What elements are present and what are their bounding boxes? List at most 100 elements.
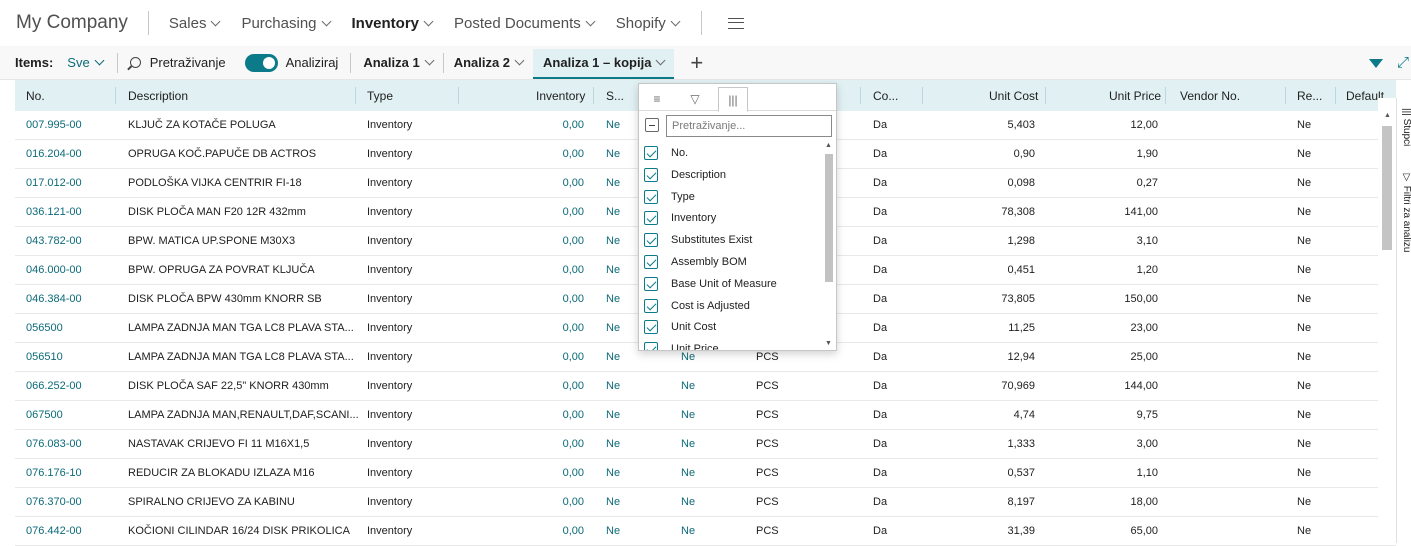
scroll-down-icon[interactable]: ▼ <box>825 340 832 347</box>
cell-no[interactable]: 076.442-00 <box>26 525 82 537</box>
table-row[interactable]: 066.252-00 DISK PLOČA SAF 22,5" KNORR 430… <box>15 372 1396 401</box>
scroll-thumb[interactable] <box>825 154 833 282</box>
cell-no[interactable]: 076.370-00 <box>26 496 82 508</box>
cell-no[interactable]: 056500 <box>26 322 63 334</box>
grid-scrollbar[interactable]: ▲ <box>1381 112 1393 543</box>
column-option[interactable]: Assembly BOM <box>644 252 747 272</box>
column-option[interactable]: Cost is Adjusted <box>644 296 750 316</box>
tab-analiza-2[interactable]: Analiza 2 <box>444 46 533 80</box>
menu-icon[interactable] <box>727 17 744 29</box>
cell-assembly-bom[interactable]: Ne <box>681 525 695 537</box>
cell-no[interactable]: 067500 <box>26 409 63 421</box>
cell-inventory[interactable]: 0,00 <box>563 409 584 421</box>
nav-posted-documents[interactable]: Posted Documents <box>454 15 596 32</box>
add-tab-button[interactable]: + <box>690 50 703 76</box>
table-row[interactable]: 076.176-10 REDUCIR ZA BLOKADU IZLAZA M16 I… <box>15 459 1396 488</box>
company-name[interactable]: My Company <box>16 12 128 34</box>
cell-inventory[interactable]: 0,00 <box>563 177 584 189</box>
col-substitutes[interactable]: S... <box>606 89 624 103</box>
scroll-thumb[interactable] <box>1382 126 1392 250</box>
scroll-up-icon[interactable]: ▲ <box>1384 112 1391 119</box>
cell-substitutes[interactable]: Ne <box>606 119 620 131</box>
nav-shopify[interactable]: Shopify <box>616 15 681 32</box>
cell-inventory[interactable]: 0,00 <box>563 119 584 131</box>
col-description[interactable]: Description <box>128 89 188 103</box>
filter-icon[interactable] <box>1369 58 1383 68</box>
column-checkbox[interactable] <box>644 298 658 313</box>
column-option[interactable]: Inventory <box>644 208 716 228</box>
cell-inventory[interactable]: 0,00 <box>563 264 584 276</box>
cell-no[interactable]: 016.204-00 <box>26 148 82 160</box>
cell-assembly-bom[interactable]: Ne <box>681 467 695 479</box>
column-checkbox[interactable] <box>644 233 658 248</box>
col-unit-price[interactable]: Unit Price <box>1109 89 1161 103</box>
column-checkbox[interactable] <box>644 146 658 160</box>
col-no[interactable]: No. <box>26 89 45 103</box>
analysis-filters-side-tab[interactable]: ▽ Filtri za analizu <box>1397 172 1411 252</box>
cell-assembly-bom[interactable]: Ne <box>681 380 695 392</box>
analyze-toggle[interactable] <box>244 53 278 72</box>
columns-icon[interactable]: ||| <box>718 87 748 112</box>
cell-inventory[interactable]: 0,00 <box>563 235 584 247</box>
filter-icon[interactable]: ▽ <box>680 87 710 111</box>
cell-assembly-bom[interactable]: Ne <box>681 438 695 450</box>
cell-substitutes[interactable]: Ne <box>606 322 620 334</box>
table-row[interactable]: 067500 LAMPA ZADNJA MAN,RENAULT,DAF,SCANI… <box>15 401 1396 430</box>
popup-scrollbar[interactable]: ▲ ▼ <box>823 142 835 350</box>
column-checkbox[interactable] <box>644 320 658 335</box>
cell-inventory[interactable]: 0,00 <box>563 322 584 334</box>
cell-inventory[interactable]: 0,00 <box>563 467 584 479</box>
column-option[interactable]: Base Unit of Measure <box>644 274 777 294</box>
cell-inventory[interactable]: 0,00 <box>563 293 584 305</box>
expand-icon[interactable]: ⤢ <box>1397 55 1411 70</box>
col-cost-adjusted[interactable]: Co... <box>873 89 898 103</box>
col-unit-cost[interactable]: Unit Cost <box>989 89 1038 103</box>
column-option[interactable]: Type <box>644 187 695 207</box>
cell-inventory[interactable]: 0,00 <box>563 148 584 160</box>
nav-purchasing[interactable]: Purchasing <box>241 15 331 32</box>
cell-inventory[interactable]: 0,00 <box>563 496 584 508</box>
cell-assembly-bom[interactable]: Ne <box>681 409 695 421</box>
columns-side-tab[interactable]: ||| Stupci <box>1397 108 1411 146</box>
column-option[interactable]: Unit Cost <box>644 317 716 337</box>
cell-assembly-bom[interactable]: Ne <box>681 351 695 363</box>
collapse-all-checkbox[interactable] <box>645 118 659 132</box>
cell-substitutes[interactable]: Ne <box>606 264 620 276</box>
column-checkbox[interactable] <box>644 342 658 350</box>
cell-substitutes[interactable]: Ne <box>606 496 620 508</box>
search-button[interactable]: Pretraživanje <box>129 55 226 70</box>
tab-analiza-1[interactable]: Analiza 1 <box>353 46 442 80</box>
cell-no[interactable]: 066.252-00 <box>26 380 82 392</box>
cell-substitutes[interactable]: Ne <box>606 467 620 479</box>
cell-substitutes[interactable]: Ne <box>606 177 620 189</box>
table-row[interactable]: 076.442-00 KOČIONI CILINDAR 16/24 DISK PR… <box>15 517 1396 546</box>
column-checkbox[interactable] <box>644 255 658 269</box>
column-checkbox[interactable] <box>644 189 658 204</box>
cell-no[interactable]: 056510 <box>26 351 63 363</box>
cell-substitutes[interactable]: Ne <box>606 438 620 450</box>
scroll-up-icon[interactable]: ▲ <box>825 142 832 149</box>
column-checkbox[interactable] <box>644 276 658 291</box>
cell-no[interactable]: 007.995-00 <box>26 119 82 131</box>
col-replenishment[interactable]: Re... <box>1297 89 1322 103</box>
column-option[interactable]: Unit Price <box>644 339 719 350</box>
cell-substitutes[interactable]: Ne <box>606 380 620 392</box>
cell-no[interactable]: 046.000-00 <box>26 264 82 276</box>
cell-substitutes[interactable]: Ne <box>606 235 620 247</box>
table-row[interactable]: 076.083-00 NASTAVAK CRIJEVO FI 11 M16X1,5… <box>15 430 1396 459</box>
view-filter-dropdown[interactable]: Sve <box>67 55 105 70</box>
col-inventory[interactable]: Inventory <box>536 89 585 103</box>
column-checkbox[interactable] <box>644 167 658 182</box>
nav-inventory[interactable]: Inventory <box>352 15 434 32</box>
column-checkbox[interactable] <box>644 211 658 226</box>
cell-substitutes[interactable]: Ne <box>606 525 620 537</box>
cell-no[interactable]: 043.782-00 <box>26 235 82 247</box>
cell-inventory[interactable]: 0,00 <box>563 380 584 392</box>
cell-assembly-bom[interactable]: Ne <box>681 496 695 508</box>
cell-substitutes[interactable]: Ne <box>606 351 620 363</box>
cell-inventory[interactable]: 0,00 <box>563 438 584 450</box>
cell-no[interactable]: 017.012-00 <box>26 177 82 189</box>
col-vendor-no[interactable]: Vendor No. <box>1180 89 1240 103</box>
cell-substitutes[interactable]: Ne <box>606 409 620 421</box>
cell-substitutes[interactable]: Ne <box>606 148 620 160</box>
